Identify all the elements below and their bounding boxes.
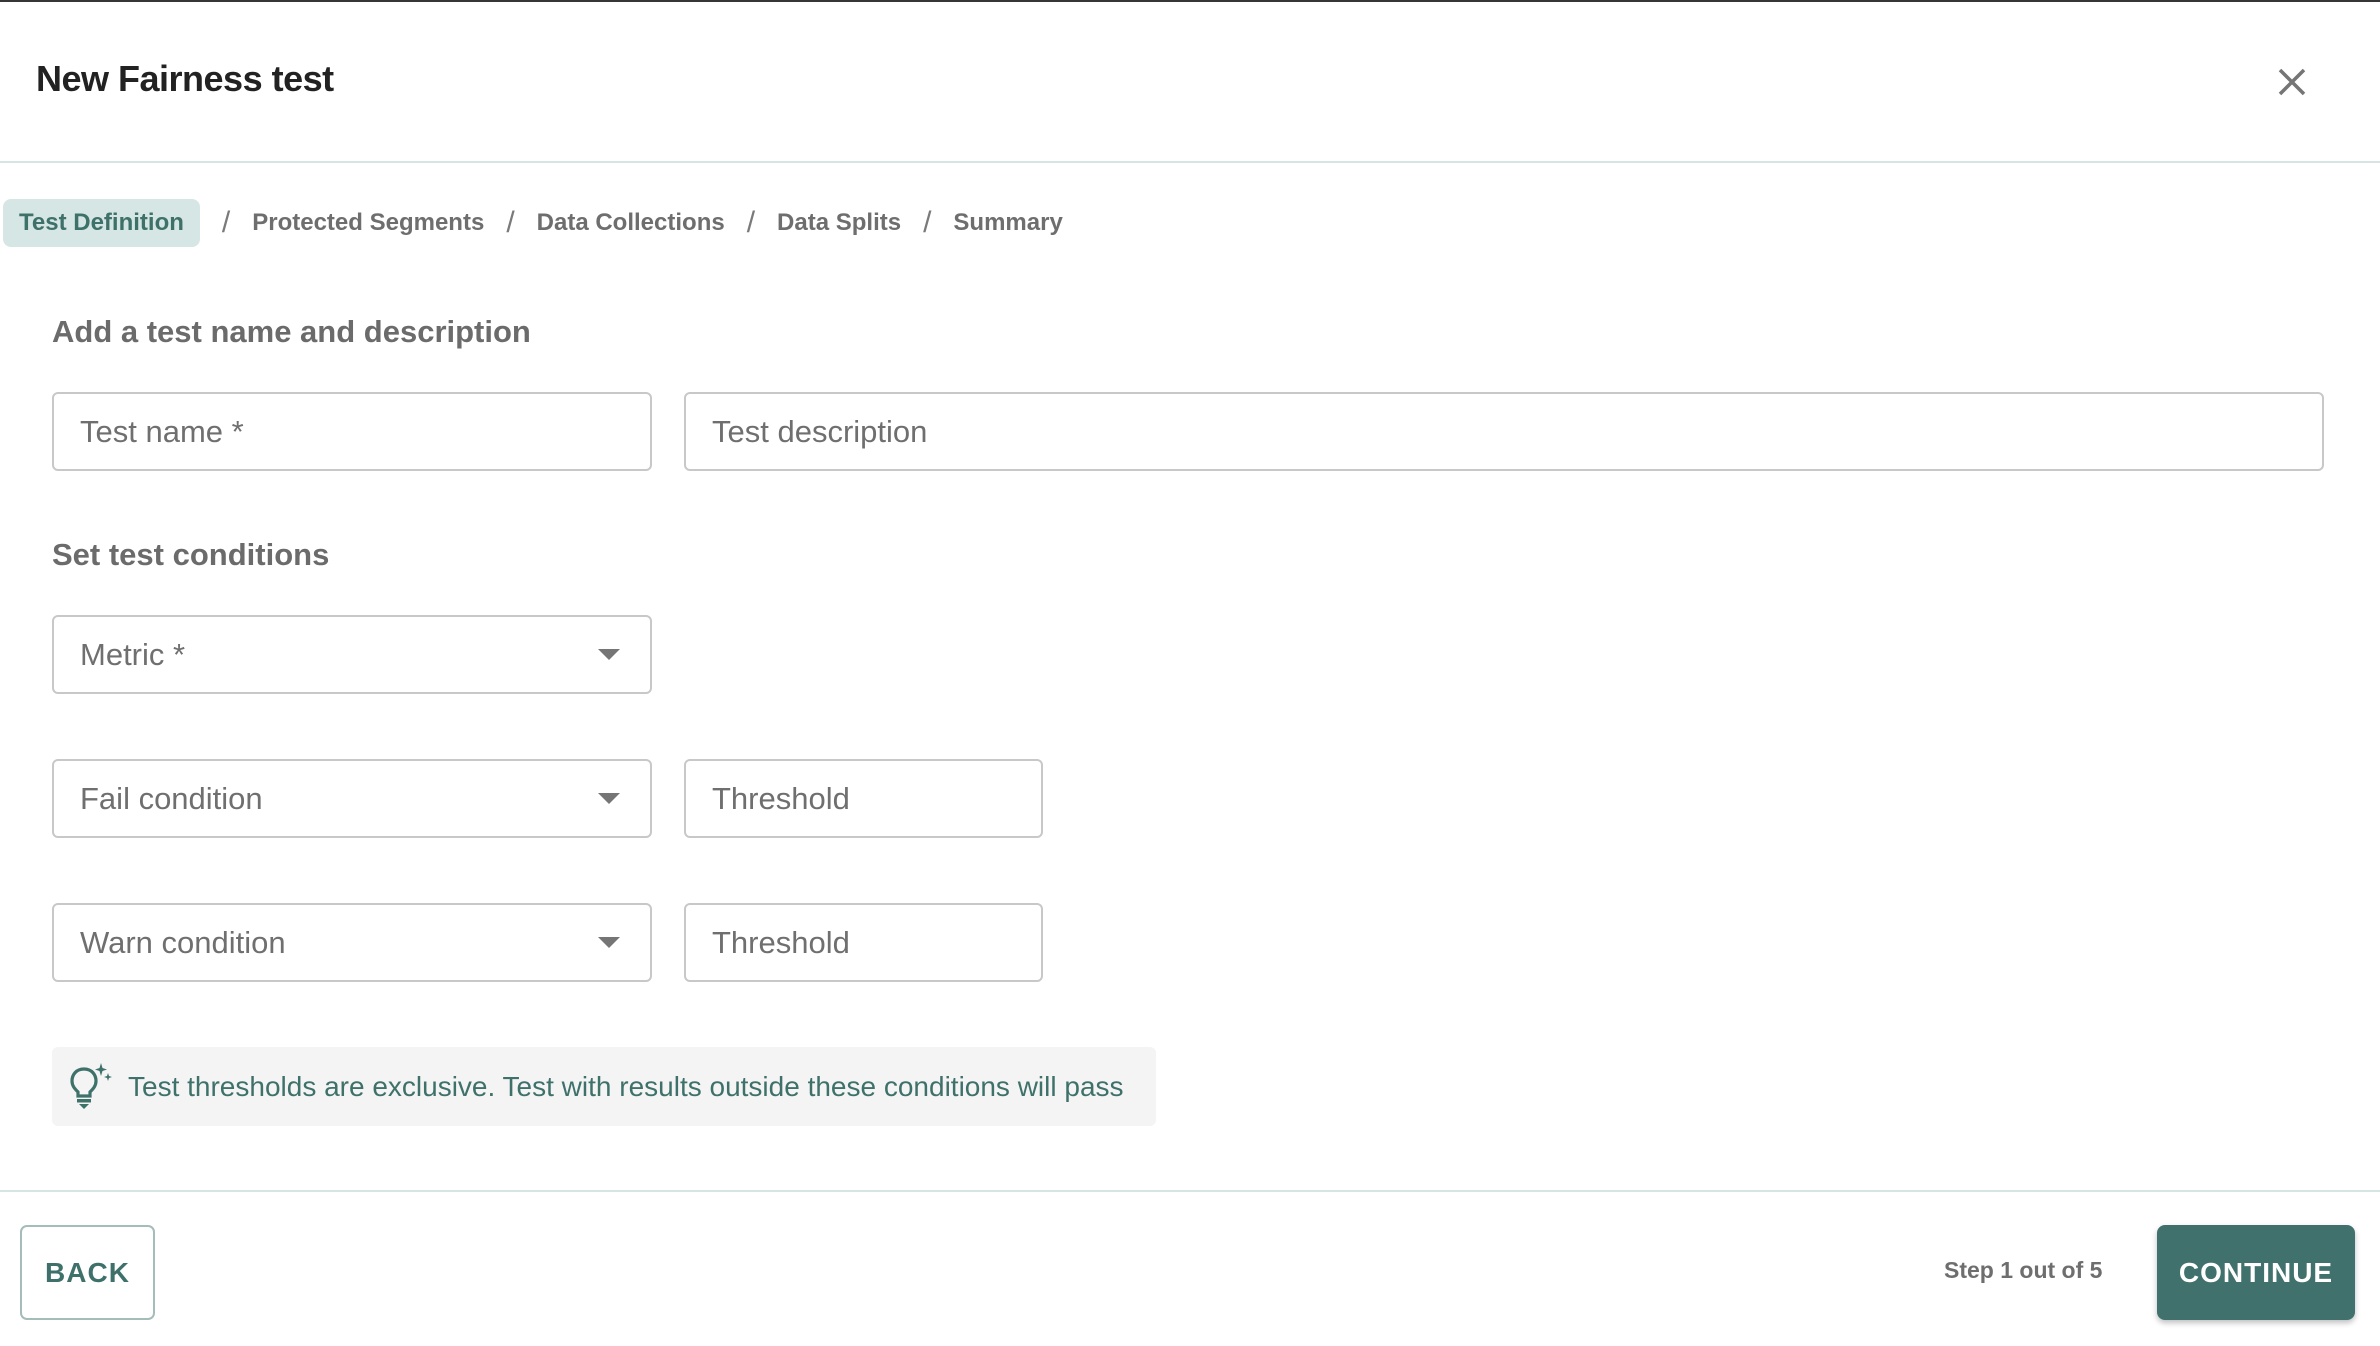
step-test-definition[interactable]: Test Definition — [3, 199, 200, 247]
breadcrumb: Test Definition / Protected Segments / D… — [3, 199, 1063, 247]
step-protected-segments[interactable]: Protected Segments — [252, 209, 484, 237]
close-icon — [2278, 68, 2306, 96]
warn-condition-select[interactable]: Warn condition — [52, 903, 652, 982]
dropdown-caret-icon — [598, 649, 620, 660]
step-indicator: Step 1 out of 5 — [1944, 1257, 2103, 1283]
breadcrumb-separator: / — [506, 206, 515, 239]
dialog-title: New Fairness test — [36, 58, 334, 99]
test-description-field[interactable] — [684, 392, 2324, 471]
fail-condition-select[interactable]: Fail condition — [52, 759, 652, 838]
fail-threshold-input[interactable] — [712, 780, 1015, 817]
step-summary[interactable]: Summary — [953, 209, 1062, 237]
close-button[interactable] — [2272, 62, 2312, 102]
warn-condition-placeholder: Warn condition — [80, 924, 286, 960]
lightbulb-sparkle-icon — [70, 1062, 112, 1109]
continue-button[interactable]: CONTINUE — [2157, 1225, 2355, 1320]
metric-select-placeholder: Metric * — [80, 636, 186, 672]
step-data-splits[interactable]: Data Splits — [777, 209, 901, 237]
test-description-input[interactable] — [712, 413, 2296, 450]
header-divider — [0, 161, 2380, 163]
fail-condition-placeholder: Fail condition — [80, 780, 263, 816]
breadcrumb-separator: / — [923, 206, 932, 239]
section-label-conditions: Set test conditions — [52, 537, 330, 572]
warn-threshold-input[interactable] — [712, 924, 1015, 961]
section-label-name-description: Add a test name and description — [52, 314, 531, 349]
test-name-input[interactable] — [80, 413, 624, 450]
back-button[interactable]: BACK — [20, 1225, 155, 1320]
window-top-border — [0, 0, 2380, 2]
fail-threshold-field[interactable] — [684, 759, 1043, 838]
metric-select[interactable]: Metric * — [52, 615, 652, 694]
step-data-collections[interactable]: Data Collections — [537, 209, 725, 237]
info-text: Test thresholds are exclusive. Test with… — [128, 1070, 1124, 1102]
dropdown-caret-icon — [598, 793, 620, 804]
dropdown-caret-icon — [598, 937, 620, 948]
breadcrumb-separator: / — [221, 206, 231, 239]
warn-threshold-field[interactable] — [684, 903, 1043, 982]
info-banner: Test thresholds are exclusive. Test with… — [52, 1047, 1156, 1126]
test-name-field[interactable] — [52, 392, 652, 471]
footer-divider — [0, 1190, 2380, 1192]
breadcrumb-separator: / — [746, 206, 756, 239]
